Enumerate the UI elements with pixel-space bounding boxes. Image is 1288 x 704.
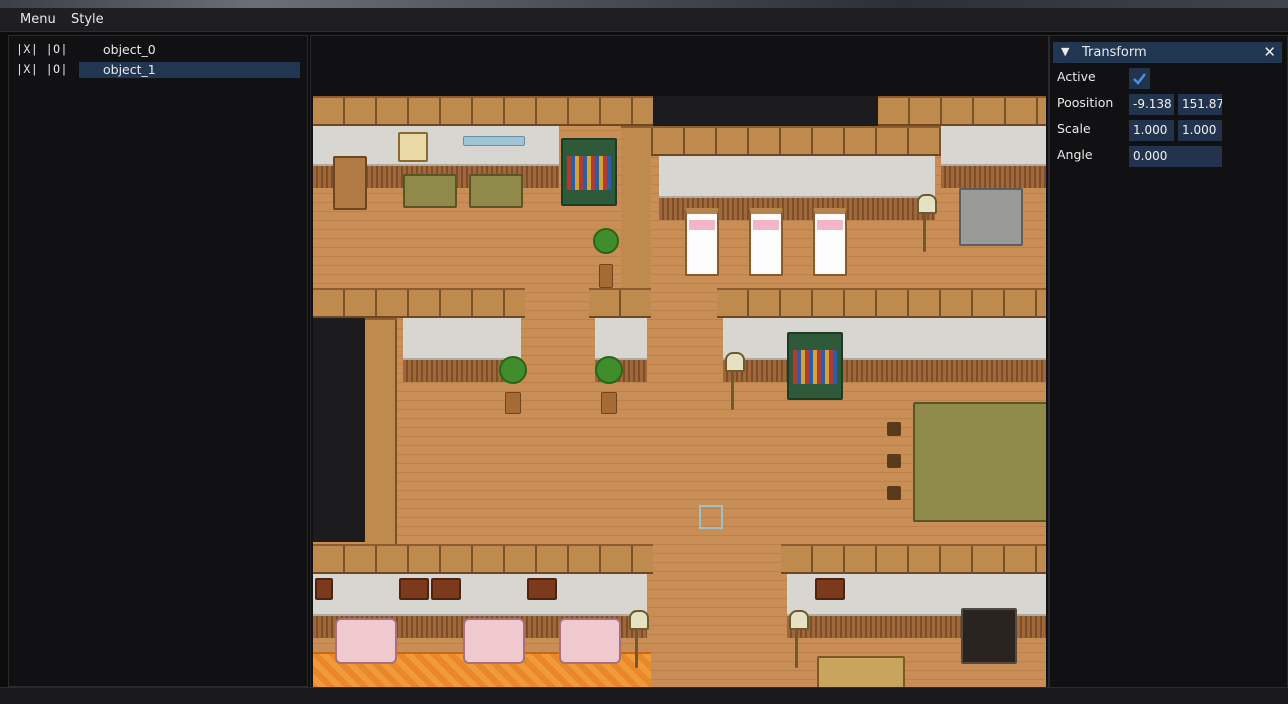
vanity xyxy=(333,156,367,210)
lamp-pole xyxy=(635,628,638,668)
scale-x-field[interactable]: 1.000 xyxy=(1129,120,1174,141)
position-label: Poosition xyxy=(1057,95,1114,110)
stool xyxy=(887,454,901,468)
potted-plant xyxy=(595,356,623,384)
stool xyxy=(887,422,901,436)
plant-pot xyxy=(599,264,613,288)
hierarchy-item[interactable]: |X| |O| object_0 xyxy=(9,42,307,58)
lamp-pole xyxy=(795,628,798,668)
plant-pot xyxy=(505,392,521,414)
scale-y-field[interactable]: 1.000 xyxy=(1178,120,1222,141)
wainscot xyxy=(941,166,1046,188)
menu-item-style[interactable]: Style xyxy=(71,12,104,27)
wall-plaster xyxy=(313,574,647,616)
wall-plaster xyxy=(941,126,1046,166)
position-y-field[interactable]: 151.87 xyxy=(1178,94,1222,115)
bookshelf xyxy=(787,332,843,400)
armchair xyxy=(335,618,397,664)
wall-pillar xyxy=(621,126,651,290)
angle-field[interactable]: 0.000 xyxy=(1129,146,1222,167)
wall-painting xyxy=(431,578,461,600)
wall-top xyxy=(313,96,653,126)
active-checkbox[interactable] xyxy=(1129,68,1150,89)
tile-map xyxy=(313,96,1046,688)
hierarchy-panel: |X| |O| object_0 |X| |O| object_1 xyxy=(8,35,308,687)
potted-plant xyxy=(593,228,619,254)
object-name: object_1 xyxy=(103,62,156,77)
desk xyxy=(469,174,523,208)
bed xyxy=(749,208,783,276)
floor-lamp xyxy=(917,194,937,214)
triangle-down-icon[interactable]: ▼ xyxy=(1061,45,1069,58)
transform-header[interactable]: ▼ Transform ✕ xyxy=(1053,42,1282,63)
wall-plaster xyxy=(595,318,647,360)
potted-plant xyxy=(499,356,527,384)
lamp-pole xyxy=(923,212,926,252)
wall-sword xyxy=(463,136,525,146)
floor-lamp xyxy=(789,610,809,630)
close-icon[interactable]: ✕ xyxy=(1263,43,1276,61)
armchair xyxy=(559,618,621,664)
wall-top xyxy=(717,288,1046,318)
visibility-toggles[interactable]: |X| |O| xyxy=(16,42,68,56)
void-area xyxy=(313,318,365,542)
wall-plaster xyxy=(723,318,1046,360)
stool xyxy=(887,486,901,500)
plant-pot xyxy=(601,392,617,414)
wall-painting xyxy=(815,578,845,600)
wall-top xyxy=(313,544,653,574)
wall-top xyxy=(621,126,943,156)
scale-label: Scale xyxy=(1057,121,1091,136)
inspector-panel: ▼ Transform ✕ Active Poosition -9.138 15… xyxy=(1049,35,1288,689)
wall-plaster xyxy=(659,156,935,198)
window xyxy=(398,132,428,162)
position-x-field[interactable]: -9.138 xyxy=(1129,94,1174,115)
wall-top xyxy=(781,544,1046,574)
lamp-pole xyxy=(731,370,734,410)
window-top-strip xyxy=(0,0,1288,8)
armchair xyxy=(463,618,525,664)
bed xyxy=(813,208,847,276)
wall-painting xyxy=(527,578,557,600)
side-table xyxy=(817,656,905,688)
visibility-toggles[interactable]: |X| |O| xyxy=(16,62,68,76)
status-bar xyxy=(0,687,1288,704)
angle-label: Angle xyxy=(1057,147,1093,162)
wall-top xyxy=(878,96,1046,126)
check-icon xyxy=(1133,73,1146,85)
hierarchy-item-selected[interactable]: |X| |O| object_1 xyxy=(9,62,307,78)
bed xyxy=(685,208,719,276)
wall-top xyxy=(313,288,525,318)
object-name: object_0 xyxy=(103,42,156,57)
bookshelf xyxy=(561,138,617,206)
desk xyxy=(403,174,457,208)
dining-table xyxy=(913,402,1046,522)
menu-bar: Menu Style xyxy=(0,8,1288,32)
floor-lamp xyxy=(725,352,745,372)
wall-painting xyxy=(399,578,429,600)
void-area xyxy=(653,96,878,126)
tile-selection-cursor[interactable] xyxy=(699,505,723,529)
scene-viewport[interactable] xyxy=(310,35,1049,689)
active-label: Active xyxy=(1057,69,1096,84)
piano xyxy=(961,608,1017,664)
transform-title: Transform xyxy=(1082,45,1147,60)
floor-lamp xyxy=(629,610,649,630)
wainscot xyxy=(723,360,1046,382)
menu-item-menu[interactable]: Menu xyxy=(20,12,56,27)
wall-plaster xyxy=(403,318,521,360)
wall-top xyxy=(589,288,651,318)
wall-painting xyxy=(315,578,333,600)
stairs xyxy=(959,188,1023,246)
wall-pillar xyxy=(365,318,397,546)
